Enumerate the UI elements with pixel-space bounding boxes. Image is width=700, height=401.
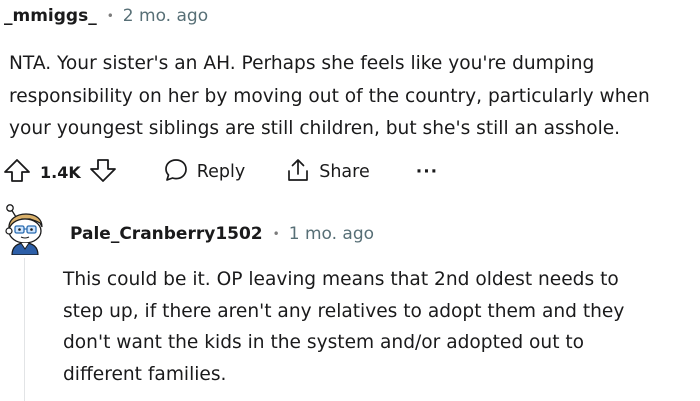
vote-count: 1.4K	[40, 162, 81, 182]
reply-author[interactable]: Pale_Cranberry1502	[70, 224, 263, 244]
comment-action-bar: 1.4K Reply Share ···	[0, 152, 438, 192]
comment-author[interactable]: _mmiggs_	[4, 6, 97, 26]
speech-bubble-icon	[163, 157, 189, 187]
more-options-button[interactable]: ···	[416, 162, 438, 182]
reply-header: Pale_Cranberry1502 • 1 mo. ago	[70, 220, 374, 248]
meta-separator: •	[272, 227, 280, 241]
reply-timestamp[interactable]: 1 mo. ago	[289, 224, 374, 244]
reply-button[interactable]: Reply	[163, 157, 245, 187]
reply-body: This could be it. OP leaving means that …	[63, 264, 624, 390]
comment-body-line: responsibility on her by moving out of t…	[9, 85, 650, 107]
thread-line[interactable]	[24, 258, 25, 401]
comment-body: NTA. Your sister's an AH. Perhaps she fe…	[9, 48, 650, 146]
reply-label: Reply	[196, 162, 246, 182]
meta-separator: •	[106, 9, 114, 23]
comment-thread: _mmiggs_ • 2 mo. ago NTA. Your sister's …	[0, 0, 700, 401]
snoo-avatar-icon[interactable]	[2, 203, 48, 256]
vote-group: 1.4K	[0, 155, 117, 189]
share-icon	[285, 157, 311, 187]
arrow-down-icon[interactable]	[89, 155, 117, 189]
comment-timestamp[interactable]: 2 mo. ago	[123, 6, 208, 26]
comment-header: _mmiggs_ • 2 mo. ago	[4, 3, 208, 29]
ellipsis-icon: ···	[415, 162, 439, 182]
reply-body-line: This could be it. OP leaving means that …	[63, 269, 619, 290]
share-button[interactable]: Share	[285, 157, 370, 187]
reply-body-line: step up, if there aren't any relatives t…	[63, 300, 625, 322]
comment-body-line: your youngest siblings are still childre…	[9, 118, 621, 139]
share-label: Share	[319, 162, 370, 182]
reply-body-line: different families.	[63, 363, 227, 385]
arrow-up-icon[interactable]	[0, 155, 34, 189]
reply-body-line: don't want the kids in the system and/or…	[63, 332, 585, 353]
comment-body-line: NTA. Your sister's an AH. Perhaps she fe…	[9, 53, 595, 74]
